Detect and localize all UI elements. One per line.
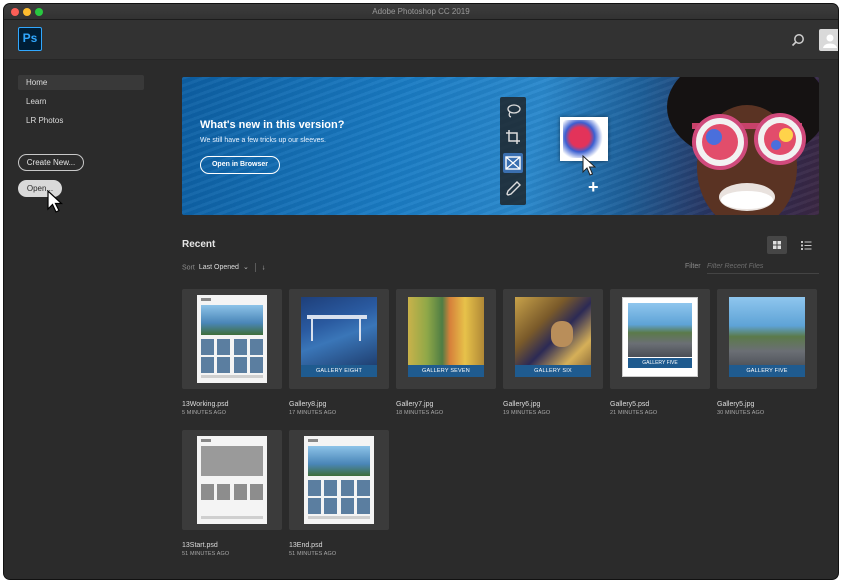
gallery-label: GALLERY FIVE bbox=[628, 358, 692, 368]
photoshop-window: Adobe Photoshop CC 2019 Ps Home Learn LR… bbox=[4, 4, 838, 579]
file-name: Gallery5.psd bbox=[610, 401, 650, 408]
user-avatar[interactable] bbox=[819, 29, 838, 51]
file-time: 5 MINUTES AGO bbox=[182, 410, 227, 416]
recent-file-card[interactable]: GALLERY SIX Gallery6.jpg 19 MINUTES AGO bbox=[503, 289, 603, 416]
file-time: 17 MINUTES AGO bbox=[289, 410, 337, 416]
sidebar-item-learn[interactable]: Learn bbox=[18, 94, 144, 109]
file-time: 21 MINUTES AGO bbox=[610, 410, 658, 416]
gallery-label: GALLERY SEVEN bbox=[408, 365, 484, 377]
tool-strip bbox=[500, 97, 526, 205]
file-thumbnail bbox=[182, 430, 282, 530]
file-time: 18 MINUTES AGO bbox=[396, 410, 444, 416]
recent-file-card[interactable]: 13Start.psd 51 MINUTES AGO bbox=[182, 430, 282, 557]
file-name: Gallery7.jpg bbox=[396, 401, 434, 408]
file-thumbnail: GALLERY FIVE bbox=[717, 289, 817, 389]
gallery-label: GALLERY EIGHT bbox=[301, 365, 377, 377]
file-thumbnail: GALLERY FIVE bbox=[610, 289, 710, 389]
gallery-label: GALLERY SIX bbox=[515, 365, 591, 377]
sort-direction-arrow-icon[interactable]: ↓ bbox=[262, 264, 266, 271]
crop-icon bbox=[503, 127, 523, 147]
sort-bar: Sort Last Opened ⌄ ↓ bbox=[182, 263, 265, 272]
file-thumbnail: GALLERY SIX bbox=[503, 289, 603, 389]
grid-view-button[interactable] bbox=[767, 236, 787, 254]
photoshop-logo: Ps bbox=[18, 27, 42, 51]
filter-input[interactable] bbox=[707, 260, 819, 274]
recent-file-card[interactable]: GALLERY SEVEN Gallery7.jpg 18 MINUTES AG… bbox=[396, 289, 496, 416]
recent-heading: Recent bbox=[182, 239, 216, 250]
file-thumbnail: GALLERY SEVEN bbox=[396, 289, 496, 389]
banner-pointer-icon bbox=[582, 155, 597, 176]
banner-illustration bbox=[667, 77, 819, 215]
plus-icon: + bbox=[588, 177, 599, 197]
recent-file-card[interactable]: 13End.psd 51 MINUTES AGO bbox=[289, 430, 389, 557]
sidebar-item-home[interactable]: Home bbox=[18, 75, 144, 90]
frame-tool-icon bbox=[503, 153, 523, 173]
list-icon bbox=[801, 241, 812, 250]
window-title: Adobe Photoshop CC 2019 bbox=[372, 7, 470, 16]
file-time: 51 MINUTES AGO bbox=[182, 551, 230, 557]
file-thumbnail bbox=[182, 289, 282, 389]
banner-heading: What's new in this version? bbox=[200, 119, 345, 131]
sidebar-item-lr-photos[interactable]: LR Photos bbox=[18, 113, 144, 128]
file-time: 51 MINUTES AGO bbox=[289, 551, 337, 557]
sidebar: Home Learn LR Photos Create New... Open.… bbox=[4, 60, 164, 579]
file-name: 13End.psd bbox=[289, 542, 323, 549]
recent-file-card[interactable]: 13Working.psd 5 MINUTES AGO bbox=[182, 289, 282, 416]
chevron-down-icon[interactable]: ⌄ bbox=[243, 263, 249, 271]
title-bar: Adobe Photoshop CC 2019 bbox=[4, 4, 838, 20]
file-thumbnail bbox=[289, 430, 389, 530]
eyedropper-icon bbox=[503, 179, 523, 199]
gallery-label: GALLERY FIVE bbox=[729, 365, 805, 377]
sort-label: Sort bbox=[182, 264, 195, 272]
file-name: Gallery5.jpg bbox=[717, 401, 755, 408]
sort-dropdown[interactable]: Last Opened bbox=[199, 264, 239, 271]
recent-file-card[interactable]: GALLERY EIGHT Gallery8.jpg 17 MINUTES AG… bbox=[289, 289, 389, 416]
filter-label: Filter bbox=[685, 263, 701, 270]
lasso-icon bbox=[503, 101, 523, 121]
file-name: Gallery8.jpg bbox=[289, 401, 327, 408]
recent-file-card[interactable]: GALLERY FIVE Gallery5.jpg 30 MINUTES AGO bbox=[717, 289, 817, 416]
search-icon[interactable] bbox=[791, 33, 805, 47]
file-name: 13Start.psd bbox=[182, 542, 218, 549]
file-thumbnail: GALLERY EIGHT bbox=[289, 289, 389, 389]
open-in-browser-button[interactable]: Open in Browser bbox=[200, 156, 280, 174]
file-time: 30 MINUTES AGO bbox=[717, 410, 765, 416]
grid-icon bbox=[773, 241, 781, 249]
file-name: Gallery6.jpg bbox=[503, 401, 541, 408]
user-icon bbox=[823, 34, 837, 48]
whats-new-banner: What's new in this version? We still hav… bbox=[182, 77, 819, 215]
list-view-button[interactable] bbox=[797, 236, 815, 254]
app-header: Ps bbox=[4, 20, 838, 60]
create-new-button[interactable]: Create New... bbox=[18, 154, 84, 171]
file-name: 13Working.psd bbox=[182, 401, 229, 408]
file-time: 19 MINUTES AGO bbox=[503, 410, 551, 416]
mouse-pointer-icon bbox=[47, 190, 64, 213]
sort-divider bbox=[254, 263, 256, 272]
banner-subtext: We still have a few tricks up our sleeve… bbox=[200, 137, 326, 144]
recent-file-card[interactable]: GALLERY FIVE Gallery5.psd 21 MINUTES AGO bbox=[610, 289, 710, 416]
